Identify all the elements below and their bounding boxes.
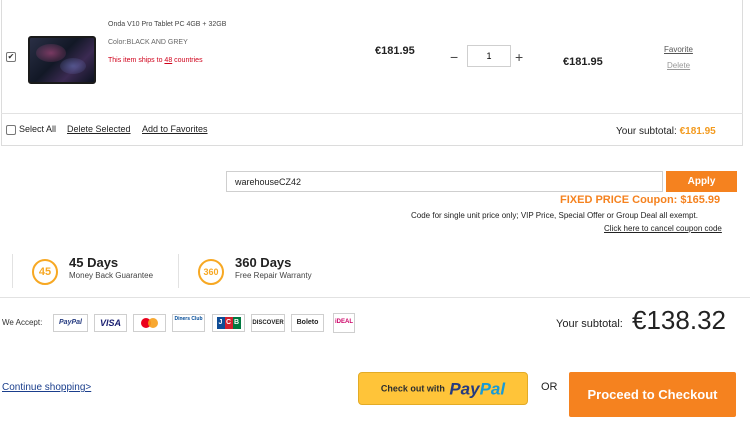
qty-decrease-button[interactable]: − xyxy=(450,50,458,64)
paypal-wordmark-pal: Pal xyxy=(479,379,506,399)
product-name[interactable]: Onda V10 Pro Tablet PC 4GB + 32GB xyxy=(108,21,226,28)
money-back-title: 45 Days xyxy=(69,255,119,270)
mastercard-logo-icon xyxy=(133,314,166,332)
cart-subtotal: Your subtotal: €181.95 xyxy=(616,126,716,137)
coupon-input[interactable] xyxy=(226,171,663,192)
line-total: €181.95 xyxy=(563,56,603,68)
select-all-checkbox[interactable] xyxy=(6,125,16,135)
or-separator: OR xyxy=(541,381,558,393)
thumbnail-highlight-2 xyxy=(60,58,86,74)
section-divider xyxy=(0,297,750,298)
coupon-note: Code for single unit price only; VIP Pri… xyxy=(411,211,698,220)
repair-warranty-title: 360 Days xyxy=(235,255,292,270)
cart-subtotal-value: €181.95 xyxy=(679,126,716,137)
cart-divider xyxy=(1,113,743,114)
jcb-logo-icon: JCB xyxy=(212,314,245,332)
guarantee-divider xyxy=(12,254,13,288)
add-to-favorites-link[interactable]: Add to Favorites xyxy=(142,124,208,134)
delete-link[interactable]: Delete xyxy=(667,61,690,70)
boleto-logo-icon: Boleto xyxy=(291,314,324,332)
guarantee-divider xyxy=(178,254,179,288)
order-subtotal-label: Your subtotal: xyxy=(556,318,623,330)
paypal-wordmark-pay: Pay xyxy=(449,379,480,399)
visa-logo-icon: VISA xyxy=(94,314,127,332)
unit-price: €181.95 xyxy=(375,45,415,57)
money-back-badge-icon: 45 xyxy=(32,259,58,285)
paypal-button-prefix: Check out with xyxy=(380,383,445,394)
repair-warranty-subtitle: Free Repair Warranty xyxy=(235,271,312,280)
ideal-logo-icon: iDEAL xyxy=(333,313,355,333)
favorite-link[interactable]: Favorite xyxy=(664,45,693,54)
we-accept-label: We Accept: xyxy=(2,318,43,327)
paypal-logo-icon: PayPal xyxy=(53,314,88,332)
item-checkbox[interactable] xyxy=(6,52,16,62)
repair-warranty-badge-icon: 360 xyxy=(198,259,224,285)
money-back-subtitle: Money Back Guarantee xyxy=(69,271,154,280)
order-subtotal-value: €138.32 xyxy=(632,305,726,335)
paypal-checkout-button[interactable]: Check out with PayPal xyxy=(358,372,528,405)
continue-shopping-link[interactable]: Continue shopping> xyxy=(2,382,91,393)
cancel-coupon-link[interactable]: Click here to cancel coupon code xyxy=(604,224,722,233)
ship-suffix: countries xyxy=(172,57,203,64)
qty-increase-button[interactable]: + xyxy=(515,50,523,64)
cart-subtotal-label: Your subtotal: xyxy=(616,126,677,137)
proceed-to-checkout-button[interactable]: Proceed to Checkout xyxy=(569,372,736,417)
product-color: Color:BLACK AND GREY xyxy=(108,39,188,46)
diners-club-logo-icon: Diners Club xyxy=(172,314,205,332)
coupon-fixed-price: FIXED PRICE Coupon: $165.99 xyxy=(560,194,721,206)
mastercard-circles xyxy=(141,318,158,328)
select-all-label[interactable]: Select All xyxy=(19,124,56,134)
shipping-notice: This item ships to 48 countries xyxy=(108,57,203,64)
ship-prefix: This item ships to xyxy=(108,57,165,64)
apply-coupon-button[interactable]: Apply xyxy=(666,171,737,192)
delete-selected-link[interactable]: Delete Selected xyxy=(67,124,131,134)
discover-logo-icon: DISCOVER xyxy=(251,314,285,332)
quantity-input[interactable] xyxy=(467,45,511,67)
thumbnail-highlight xyxy=(36,44,66,62)
